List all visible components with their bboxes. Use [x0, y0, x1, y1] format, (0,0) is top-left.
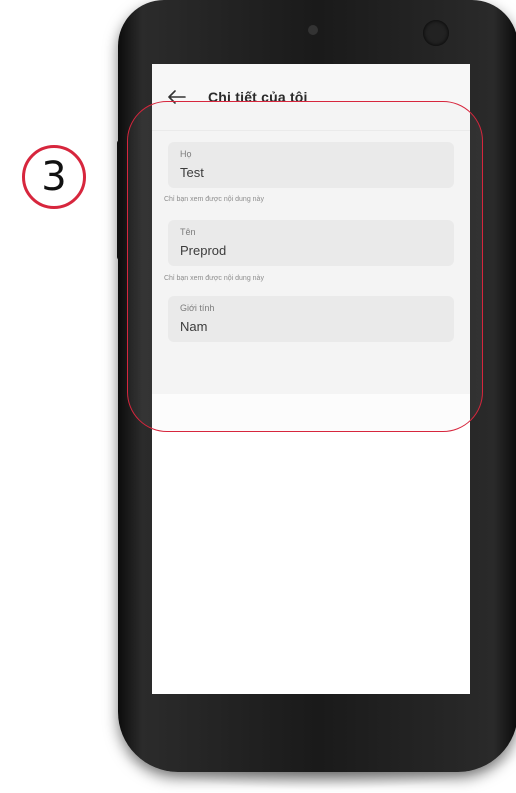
highlight-outline	[127, 101, 483, 432]
step-number: 3	[41, 154, 67, 200]
phone-side-button	[117, 140, 123, 260]
phone-speaker-dot	[308, 25, 318, 35]
phone-camera	[423, 20, 449, 46]
step-number-badge: 3	[22, 145, 86, 209]
